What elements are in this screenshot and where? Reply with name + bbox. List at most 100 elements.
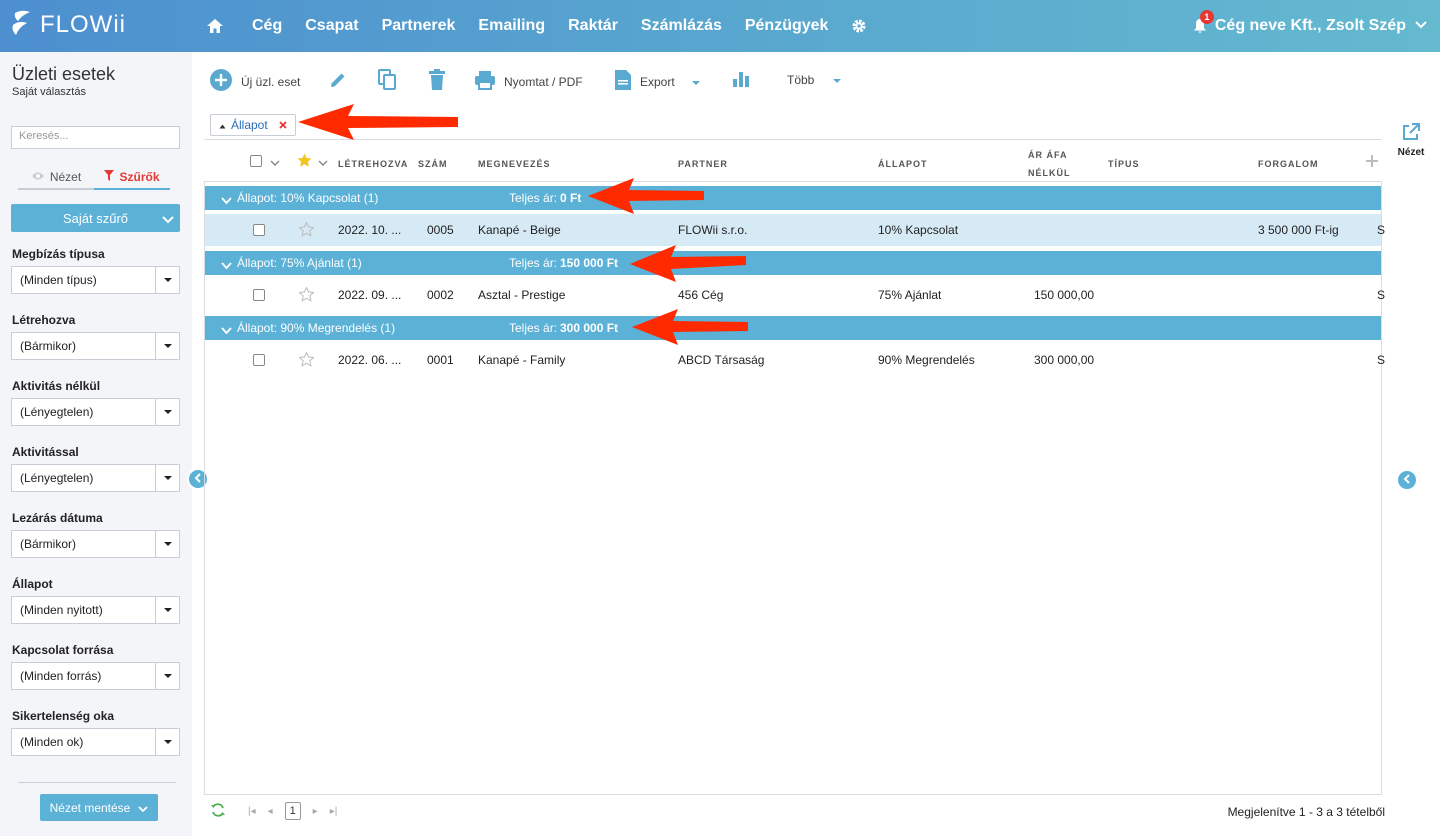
column-header-number[interactable]: SZÁM — [418, 159, 448, 169]
export-label: Export — [640, 74, 675, 89]
column-header-price[interactable]: ÁR ÁFA NÉLKÜL — [1028, 150, 1071, 178]
star-outline-icon[interactable] — [298, 351, 315, 370]
column-header-created[interactable]: LÉTREHOZVA — [338, 159, 408, 169]
home-icon[interactable] — [206, 18, 224, 34]
caret-down-icon — [155, 531, 179, 557]
tab-filters[interactable]: Szűrők — [94, 166, 170, 190]
row-checkbox[interactable] — [253, 289, 265, 301]
tab-view-label: Nézet — [49, 170, 82, 184]
filter-select-status[interactable]: (Minden nyitott) — [11, 596, 180, 624]
cell-created: 2022. 06. ... — [338, 353, 402, 367]
group-header-row[interactable]: Állapot: 75% Ajánlat (1) Teljes ár: 150 … — [205, 251, 1381, 275]
cell-number: 0001 — [427, 353, 454, 367]
filter-select-without-activity[interactable]: (Lényegtelen) — [11, 398, 180, 426]
filter-select-with-activity[interactable]: (Lényegtelen) — [11, 464, 180, 492]
export-button[interactable]: Export — [614, 69, 701, 94]
group-total-value: 0 Ft — [560, 191, 582, 205]
more-button[interactable]: Több — [787, 73, 842, 87]
filter-select-created[interactable]: (Bármikor) — [11, 332, 180, 360]
chart-button[interactable] — [732, 70, 750, 91]
print-pdf-button[interactable]: Nyomtat / PDF — [474, 70, 583, 93]
edit-button[interactable] — [328, 70, 348, 93]
chevron-down-icon[interactable] — [221, 324, 232, 338]
row-checkbox[interactable] — [253, 224, 265, 236]
filter-select-close-date[interactable]: (Bármikor) — [11, 530, 180, 558]
toolbar: Új üzl. eset Nyomtat / PDF Export Több — [192, 52, 1440, 108]
table-row[interactable]: 2022. 06. ... 0001 Kanapé - Family ABCD … — [205, 344, 1385, 376]
refresh-icon[interactable] — [210, 802, 226, 820]
column-header-status[interactable]: ÁLLAPOT — [878, 159, 928, 169]
chevron-down-icon[interactable] — [270, 156, 280, 170]
caret-down-icon — [832, 73, 842, 87]
star-outline-icon[interactable] — [298, 221, 315, 240]
group-total-label: Teljes ár: — [509, 191, 558, 205]
delete-button[interactable] — [428, 69, 446, 94]
table-row[interactable]: 2022. 09. ... 0002 Asztal - Prestige 456… — [205, 279, 1385, 311]
nav-penzugyek[interactable]: Pénzügyek — [745, 17, 829, 35]
logo-icon — [10, 9, 34, 42]
nav-emailing[interactable]: Emailing — [478, 17, 545, 35]
column-header-turnover[interactable]: FORGALOM — [1258, 159, 1319, 169]
settings-gear-icon[interactable] — [851, 18, 867, 34]
logo[interactable]: FLOWii — [10, 8, 126, 42]
caret-down-icon — [155, 333, 179, 359]
filter-select-contact-source[interactable]: (Minden forrás) — [11, 662, 180, 690]
new-deal-button[interactable]: Új üzl. eset — [209, 68, 300, 95]
prev-page-icon[interactable]: ◂ — [268, 806, 273, 817]
nav-ceg[interactable]: Cég — [252, 17, 282, 35]
table-row[interactable]: 2022. 10. ... 0005 Kanapé - Beige FLOWii… — [205, 214, 1385, 246]
page-title: Üzleti esetek — [12, 64, 116, 84]
printer-icon — [474, 70, 496, 93]
copy-button[interactable] — [377, 69, 397, 94]
filter-label: Lezárás dátuma — [12, 511, 103, 525]
page-number-input[interactable]: 1 — [284, 802, 301, 820]
notification-badge: 1 — [1199, 10, 1214, 24]
group-header-row[interactable]: Állapot: 10% Kapcsolat (1) Teljes ár: 0 … — [205, 186, 1381, 210]
group-label: Állapot: 75% Ajánlat (1) — [237, 256, 362, 270]
column-header-type[interactable]: TÍPUS — [1108, 159, 1140, 169]
next-page-icon[interactable]: ▸ — [313, 806, 318, 817]
group-header-row[interactable]: Állapot: 90% Megrendelés (1) Teljes ár: … — [205, 316, 1381, 340]
column-header-partner[interactable]: PARTNER — [678, 159, 728, 169]
save-view-label: Nézet mentése — [49, 800, 131, 815]
search-input[interactable]: Keresés... — [11, 126, 180, 149]
last-page-icon[interactable]: ▸| — [330, 806, 338, 817]
nav-csapat[interactable]: Csapat — [305, 17, 358, 35]
nav-raktar[interactable]: Raktár — [568, 17, 618, 35]
caret-up-icon — [219, 118, 226, 132]
tab-view[interactable]: Nézet — [18, 166, 94, 190]
user-menu[interactable]: 1 Cég neve Kft., Zsolt Szép — [1193, 0, 1428, 52]
top-navigation-bar: FLOWii Cég Csapat Partnerek Emailing Rak… — [0, 0, 1440, 52]
column-header-price-line1: ÁR ÁFA — [1028, 150, 1068, 160]
star-icon[interactable] — [297, 153, 312, 171]
expand-right-panel-button[interactable] — [1396, 469, 1418, 491]
notification-bell-icon[interactable]: 1 — [1193, 10, 1214, 34]
nav-partnerek[interactable]: Partnerek — [382, 17, 456, 35]
add-column-plus-icon[interactable] — [1365, 154, 1379, 171]
page-subtitle: Saját választás — [12, 86, 86, 98]
first-page-icon[interactable]: |◂ — [248, 806, 256, 817]
row-checkbox[interactable] — [253, 354, 265, 366]
chevron-down-icon[interactable] — [221, 194, 232, 208]
select-all-checkbox[interactable] — [250, 155, 262, 167]
filter-select-order-type[interactable]: (Minden típus) — [11, 266, 180, 294]
filter-select-failure-reason[interactable]: (Minden ok) — [11, 728, 180, 756]
star-outline-icon[interactable] — [298, 286, 315, 305]
nav-szamlazas[interactable]: Számlázás — [641, 17, 722, 35]
pagination-summary: Megjelenítve 1 - 3 a 3 tételből — [1227, 805, 1385, 819]
view-panel-label: Nézet — [1397, 147, 1425, 158]
column-header-name[interactable]: MEGNEVEZÉS — [478, 159, 551, 169]
view-panel-button[interactable]: Nézet — [1390, 122, 1432, 158]
chevron-down-icon[interactable] — [221, 259, 232, 273]
new-deal-label: Új üzl. eset — [241, 74, 301, 89]
remove-grouping-icon[interactable] — [279, 118, 287, 132]
own-filter-dropdown[interactable]: Saját szűrő — [11, 204, 180, 232]
pencil-icon — [328, 70, 348, 93]
cell-status: 90% Megrendelés — [878, 353, 975, 367]
save-view-button[interactable]: Nézet mentése — [40, 794, 158, 821]
chevron-down-icon[interactable] — [318, 156, 328, 170]
caret-down-icon — [155, 597, 179, 623]
column-header-price-line2: NÉLKÜL — [1028, 168, 1071, 178]
grouping-chip[interactable]: Állapot — [210, 114, 296, 136]
group-label: Állapot: 10% Kapcsolat (1) — [237, 191, 379, 205]
